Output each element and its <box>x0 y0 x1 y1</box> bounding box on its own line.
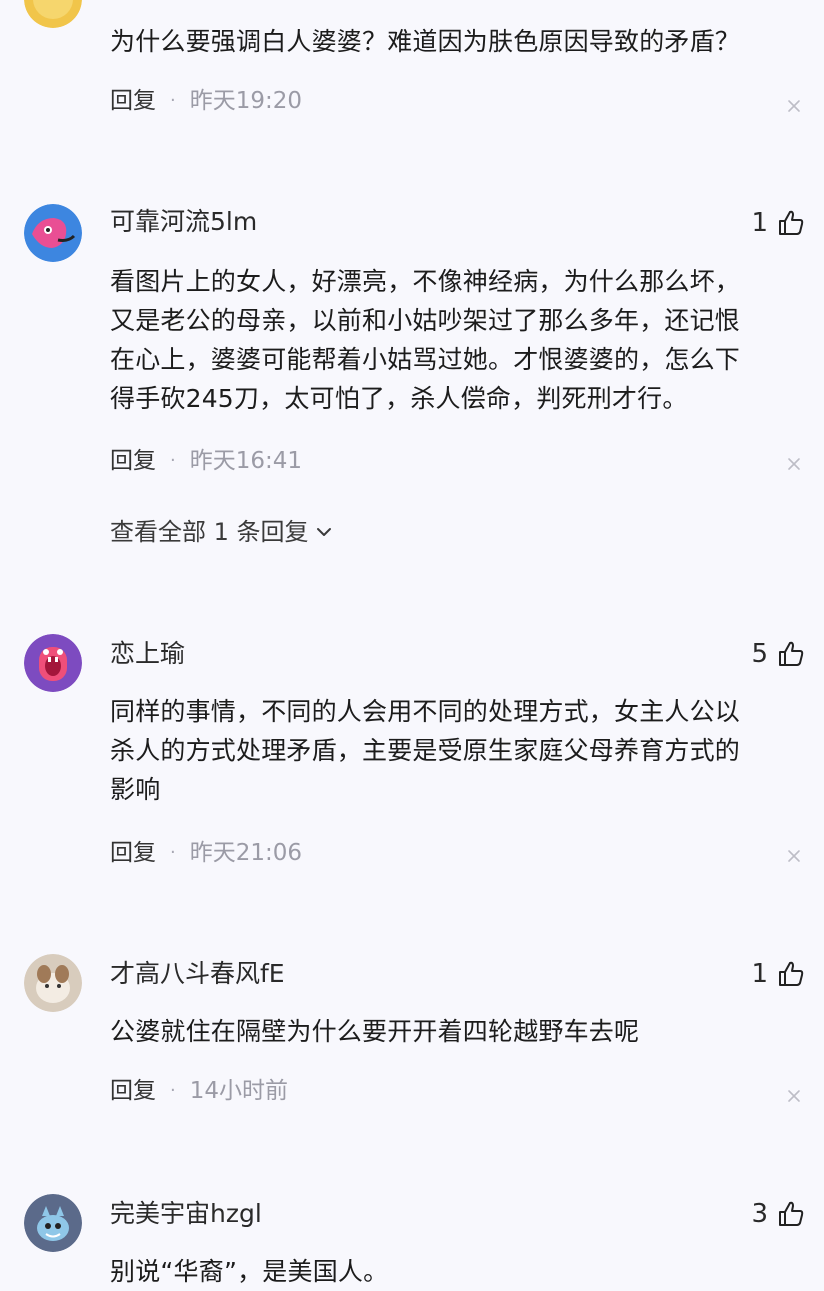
close-icon[interactable] <box>786 848 802 864</box>
like-button[interactable]: 1 <box>751 958 806 990</box>
separator-dot: · <box>170 842 176 863</box>
reply-button[interactable]: 回复 <box>110 838 156 868</box>
avatar[interactable] <box>24 954 82 1012</box>
comment-meta: 回复 · 昨天16:41 <box>110 446 302 476</box>
thumbs-up-icon <box>779 210 804 235</box>
separator-dot: · <box>170 450 176 471</box>
view-replies-link[interactable]: 查看全部 1 条回复 <box>110 516 333 548</box>
separator-dot: · <box>170 90 176 111</box>
reply-button[interactable]: 回复 <box>110 1076 156 1106</box>
like-button[interactable]: 1 <box>751 207 806 239</box>
comment-text: 同样的事情，不同的人会用不同的处理方式，女主人公以 杀人的方式处理矛盾，主要是受… <box>110 697 741 804</box>
comment-text: 公婆就住在隔壁为什么要开开着四轮越野车去呢 <box>110 1017 640 1046</box>
avatar[interactable] <box>24 0 82 28</box>
thumbs-up-icon <box>779 641 804 666</box>
avatar[interactable] <box>24 1194 82 1252</box>
timestamp: 14小时前 <box>189 1078 289 1104</box>
close-icon[interactable] <box>786 1088 802 1104</box>
like-count: 3 <box>751 1199 768 1229</box>
timestamp: 昨天19:20 <box>189 88 303 114</box>
username[interactable]: 恋上瑜 <box>110 638 185 670</box>
chevron-down-icon <box>316 528 331 536</box>
username[interactable]: 才高八斗春风fE <box>110 958 285 990</box>
reply-button[interactable]: 回复 <box>110 86 156 116</box>
like-count: 1 <box>751 208 768 238</box>
like-count: 5 <box>751 639 768 669</box>
comment-meta: 回复 · 昨天19:20 <box>110 86 302 116</box>
like-button[interactable]: 5 <box>751 638 806 670</box>
close-icon[interactable] <box>786 456 802 472</box>
thumbs-up-icon <box>779 961 804 986</box>
view-replies-label: 查看全部 1 条回复 <box>110 518 309 546</box>
like-count: 1 <box>751 959 768 989</box>
comment-meta: 回复 · 昨天21:06 <box>110 838 302 868</box>
reply-button[interactable]: 回复 <box>110 446 156 476</box>
like-button[interactable]: 3 <box>751 1198 806 1230</box>
comment-text: 别说“华裔”，是美国人。 <box>110 1257 389 1286</box>
comment-meta: 回复 · 14小时前 <box>110 1076 288 1106</box>
thumbs-up-icon <box>779 1201 804 1226</box>
comment-text: 看图片上的女人，好漂亮，不像神经病，为什么那么坏， 又是老公的母亲，以前和小姑吵… <box>110 267 741 413</box>
timestamp: 昨天21:06 <box>189 840 303 866</box>
username[interactable]: 完美宇宙hzgl <box>110 1198 262 1230</box>
close-icon[interactable] <box>786 98 802 114</box>
avatar[interactable] <box>24 634 82 692</box>
username[interactable]: 可靠河流5lm <box>110 206 257 238</box>
separator-dot: · <box>170 1080 176 1101</box>
timestamp: 昨天16:41 <box>189 448 303 474</box>
comment-text: 为什么要强调白人婆婆？难道因为肤色原因导致的矛盾？ <box>110 27 741 56</box>
avatar[interactable] <box>24 204 82 262</box>
